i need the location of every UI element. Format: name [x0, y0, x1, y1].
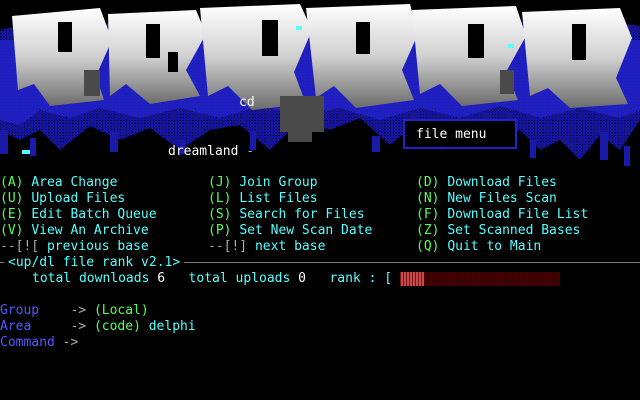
menu-item-quit-to-main[interactable]: (Q) Quit to Main — [416, 239, 541, 255]
menu-key: (E) — [0, 207, 24, 222]
menu-label: Area Change — [31, 175, 118, 190]
menu-key: (S) — [208, 207, 232, 222]
area-arrow: -> — [70, 319, 87, 334]
command-prompt[interactable]: Command -> — [0, 335, 78, 351]
ansi-art-banner — [0, 0, 640, 170]
area-status-line: Area -> (code) delphi — [0, 319, 196, 335]
menu-label: Join Group — [239, 175, 318, 190]
menu-label: Edit Batch Queue — [31, 207, 157, 222]
menu-key: (J) — [208, 175, 232, 190]
menu-item-search-files[interactable]: (S) Search for Files — [208, 207, 365, 223]
menu-key: (U) — [0, 191, 24, 206]
area-label: Area — [0, 319, 32, 334]
menu-key: (Z) — [416, 223, 440, 238]
menu-label: previous base — [46, 239, 149, 254]
menu-label: Download File List — [447, 207, 589, 222]
menu-label: Quit to Main — [447, 239, 542, 254]
menu-item-next-base[interactable]: --[!] next base — [208, 239, 325, 255]
ansi-logo-art — [0, 4, 640, 166]
rank-stats-row: total downloads 6 total uploads 0 rank :… — [32, 271, 392, 287]
rank-label: rank : [ — [329, 271, 393, 286]
group-status-line: Group -> (Local) — [0, 303, 149, 319]
menu-key: (V) — [0, 223, 24, 238]
rank-progress-bar — [400, 272, 560, 286]
bbs-name-text: dreamland — [168, 144, 239, 159]
menu-key: (N) — [416, 191, 440, 206]
rank-panel-title: <up/dl file rank v2.1> — [4, 255, 185, 271]
menu-key: (A) — [0, 175, 24, 190]
command-arrow: -> — [62, 335, 79, 350]
menu-label: Set New Scan Date — [239, 223, 373, 238]
menu-label: List Files — [239, 191, 318, 206]
group-value: (Local) — [93, 303, 149, 318]
art-signature-tag: cd — [239, 95, 255, 110]
group-arrow: -> — [70, 303, 87, 318]
menu-key: --[!] — [208, 239, 248, 254]
menu-label: Download Files — [447, 175, 557, 190]
menu-item-list-files[interactable]: (L) List Files — [208, 191, 318, 207]
menu-label: Set Scanned Bases — [447, 223, 581, 238]
menu-label: next base — [254, 239, 326, 254]
menu-item-join-group[interactable]: (J) Join Group — [208, 175, 318, 191]
menu-item-download-file-list[interactable]: (F) Download File List — [416, 207, 588, 223]
downloads-label: total downloads — [32, 271, 150, 286]
menu-key: (F) — [416, 207, 440, 222]
area-name: delphi — [148, 319, 196, 334]
menu-label: Upload Files — [31, 191, 126, 206]
menu-key: (L) — [208, 191, 232, 206]
bbs-name-suffix: - — [246, 144, 255, 159]
menu-title: file menu — [416, 127, 487, 142]
menu-item-set-scanned-bases[interactable]: (Z) Set Scanned Bases — [416, 223, 580, 239]
menu-label: New Files Scan — [447, 191, 557, 206]
command-label: Command — [0, 335, 55, 350]
menu-item-edit-batch-queue[interactable]: (E) Edit Batch Queue — [0, 207, 157, 223]
menu-item-previous-base[interactable]: --[![ previous base — [0, 239, 149, 255]
menu-item-view-archive[interactable]: (V) View An Archive — [0, 223, 149, 239]
menu-item-set-new-scan-date[interactable]: (P) Set New Scan Date — [208, 223, 372, 239]
group-label: Group — [0, 303, 40, 318]
menu-item-download-files[interactable]: (D) Download Files — [416, 175, 557, 191]
rank-progress-fill — [400, 272, 424, 286]
menu-key: (Q) — [416, 239, 440, 254]
bbs-terminal-screen: cd file menu dreamland - (A) Area Change… — [0, 0, 640, 400]
menu-item-area-change[interactable]: (A) Area Change — [0, 175, 117, 191]
menu-item-new-files-scan[interactable]: (N) New Files Scan — [416, 191, 557, 207]
menu-item-upload-files[interactable]: (U) Upload Files — [0, 191, 125, 207]
menu-key: (D) — [416, 175, 440, 190]
menu-label: View An Archive — [31, 223, 149, 238]
uploads-count: 0 — [298, 271, 306, 286]
bbs-name: dreamland - — [168, 144, 254, 160]
area-code: (code) — [93, 319, 141, 334]
menu-label: Search for Files — [239, 207, 365, 222]
uploads-label: total uploads — [188, 271, 291, 286]
downloads-count: 6 — [157, 271, 166, 286]
menu-key: --[![ — [0, 239, 40, 254]
menu-key: (P) — [208, 223, 232, 238]
